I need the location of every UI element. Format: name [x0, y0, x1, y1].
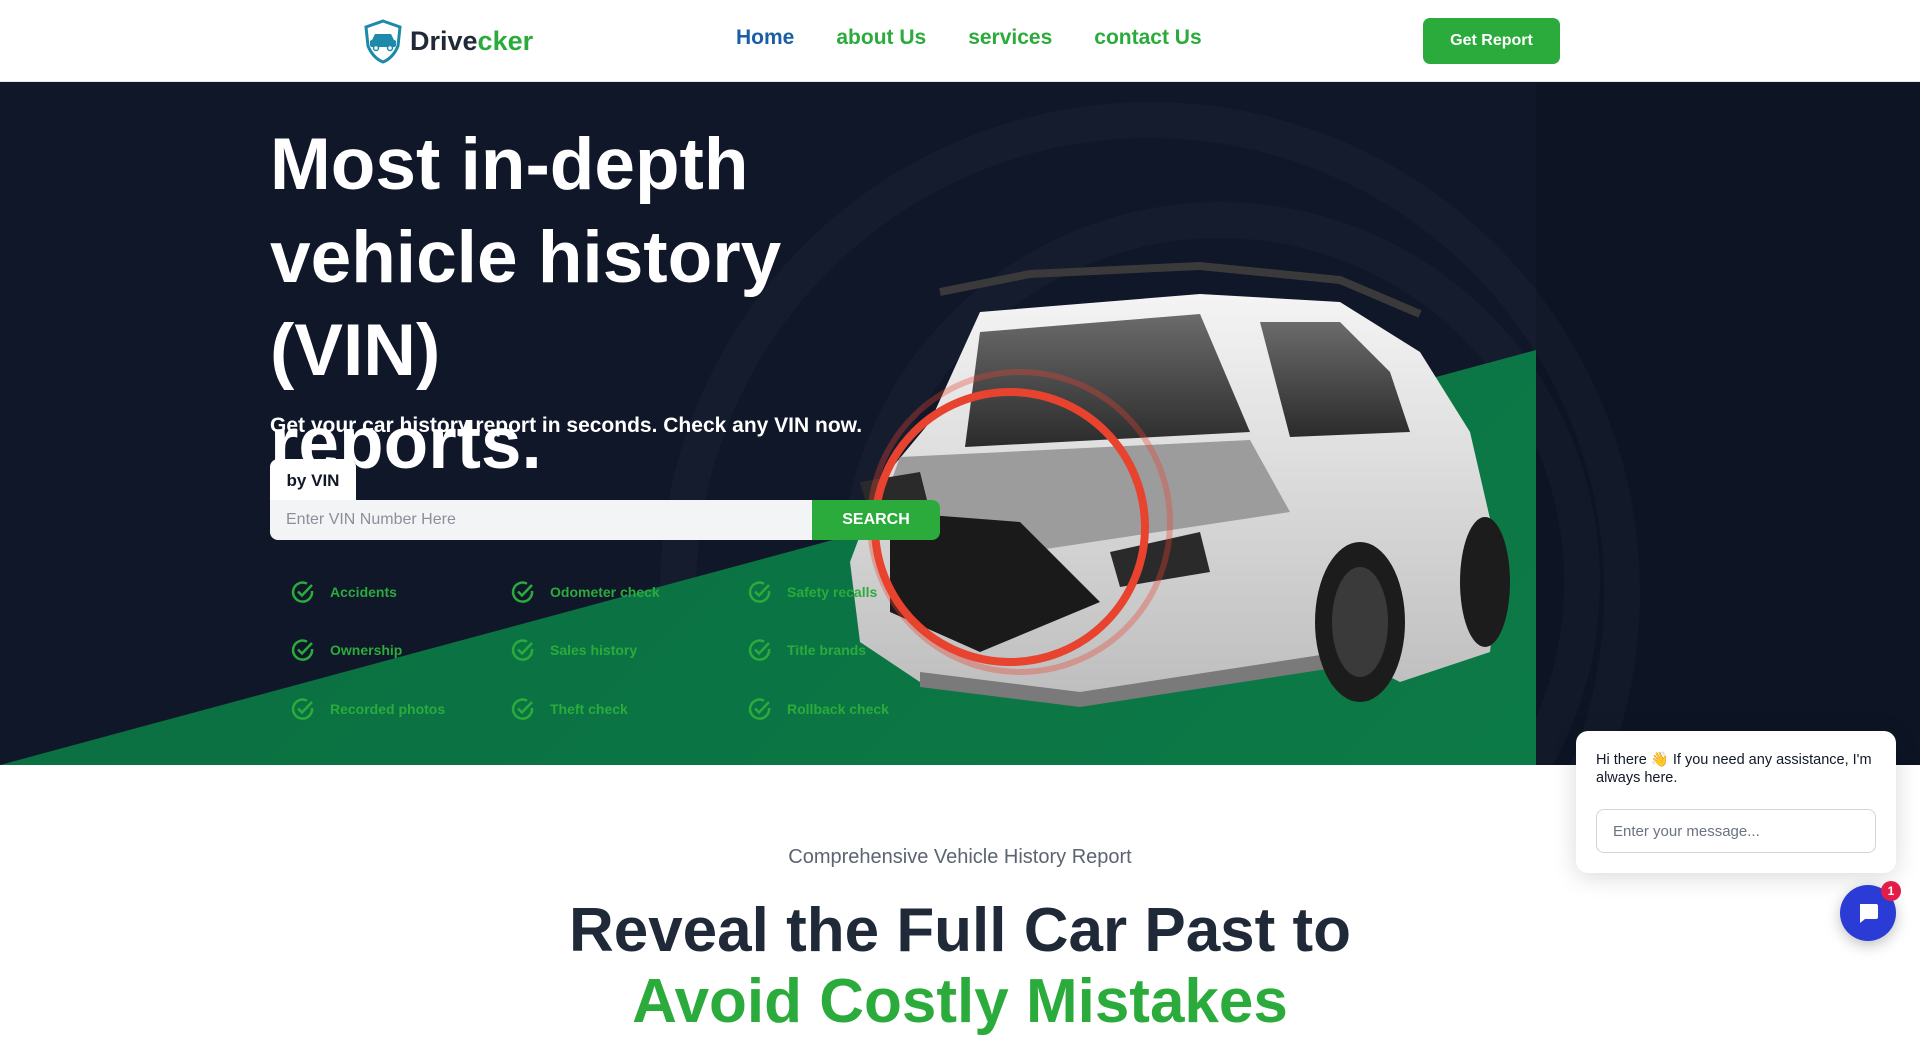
feature-label: Rollback check	[787, 701, 889, 717]
feature-label: Recorded photos	[330, 701, 446, 717]
feature-label: Accidents	[330, 584, 397, 600]
check-circle-icon	[291, 581, 314, 603]
logo-text-part2: cker	[477, 25, 534, 56]
main-nav: Home about Us services contact Us	[736, 26, 1202, 50]
nav-services[interactable]: services	[968, 26, 1052, 50]
check-circle-icon	[511, 581, 534, 603]
feature-label: Safety recalls	[787, 584, 878, 600]
chat-bubble-icon	[1860, 904, 1878, 923]
check-circle-icon	[291, 698, 314, 720]
waving-hand-icon: 👋	[1650, 752, 1669, 768]
chat-greeting-text: Hi there	[1596, 752, 1647, 768]
check-circle-icon	[291, 639, 314, 661]
unread-badge: 1	[1881, 881, 1901, 901]
check-circle-icon	[748, 639, 771, 661]
check-circle-icon	[748, 698, 771, 720]
hero-section: Most in-depth vehicle history (VIN) repo…	[0, 82, 1920, 765]
hero-title-line: Most in-depth	[270, 124, 749, 205]
chat-message-input[interactable]	[1596, 809, 1876, 853]
feature-item: Odometer check	[510, 579, 660, 605]
logo-text: Drivecker	[410, 26, 533, 57]
shield-car-logo-icon	[364, 19, 402, 64]
check-circle-icon	[748, 581, 771, 603]
tab-by-vin[interactable]: by VIN	[270, 459, 356, 503]
feature-label: Theft check	[550, 701, 628, 717]
logo-text-part1: Drive	[410, 25, 478, 56]
section-title: Reveal the Full Car Past to	[568, 896, 1352, 965]
feature-label: Sales history	[550, 642, 638, 658]
feature-item: Accidents	[290, 579, 397, 605]
feature-label: Ownership	[330, 642, 403, 658]
chat-popup: Hi there 👋 If you need any assistance, I…	[1576, 731, 1896, 873]
site-header: Drivecker Home about Us services contact…	[0, 0, 1920, 82]
hero-subtitle: Get your car history report in seconds. …	[270, 414, 863, 437]
logo[interactable]: Drivecker	[360, 18, 533, 64]
get-report-button[interactable]: Get Report	[1423, 18, 1560, 64]
vin-search-input[interactable]	[270, 500, 813, 540]
feature-item: Ownership	[290, 637, 402, 663]
search-button[interactable]: SEARCH	[812, 500, 940, 540]
feature-label: Title brands	[787, 642, 867, 658]
feature-item: Theft check	[510, 696, 628, 722]
feature-item: Title brands	[747, 637, 866, 663]
feature-item: Safety recalls	[747, 579, 877, 605]
feature-item: Sales history	[510, 637, 637, 663]
check-circle-icon	[511, 639, 534, 661]
feature-item: Recorded photos	[290, 696, 445, 722]
nav-contact-us[interactable]: contact Us	[1094, 26, 1201, 50]
check-circle-icon	[511, 698, 534, 720]
hero-title-line: vehicle history (VIN)	[270, 217, 782, 391]
nav-about-us[interactable]: about Us	[836, 26, 926, 50]
section-title-highlight: Avoid Costly Mistakes	[632, 967, 1288, 1036]
feature-label: Odometer check	[550, 584, 660, 600]
feature-item: Rollback check	[747, 696, 889, 722]
chat-greeting: Hi there 👋 If you need any assistance, I…	[1596, 751, 1886, 787]
nav-home[interactable]: Home	[736, 26, 794, 50]
